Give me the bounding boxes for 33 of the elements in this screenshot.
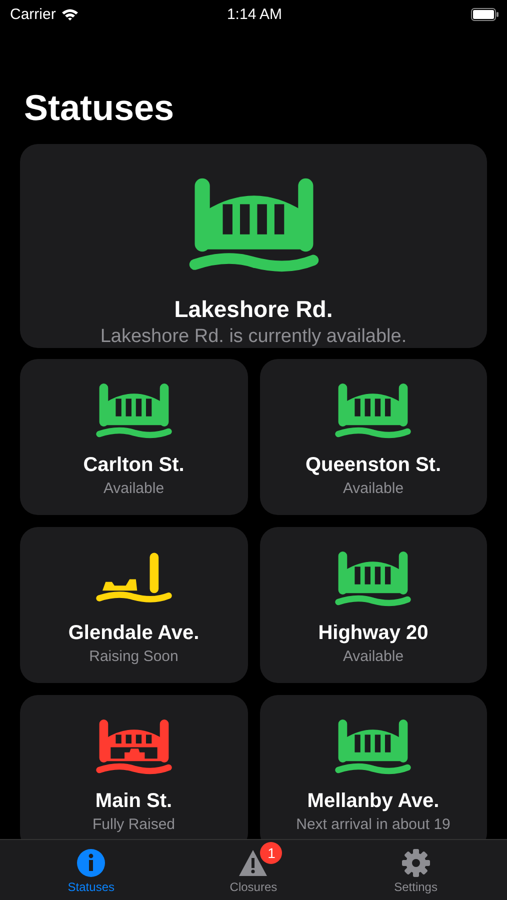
bridge-name: Mellanby Ave. — [307, 790, 440, 813]
bridge-card[interactable]: Highway 20 Available — [260, 526, 487, 683]
bridge-status: Available — [342, 480, 404, 497]
count-badge: 1 — [260, 842, 282, 864]
bridge-card[interactable]: Main St. Fully Raised — [20, 694, 248, 839]
bridge-card[interactable]: Lakeshore Rd. Lakeshore Rd. is currently available. — [20, 144, 487, 348]
page-title: Statuses — [24, 86, 176, 130]
bridge-card[interactable]: Queenston St. Available — [260, 358, 487, 515]
bridge-name: Glendale Ave. — [68, 622, 200, 645]
carrier-label: Carrier — [10, 6, 56, 22]
tab[interactable]: Settings — [360, 840, 471, 900]
bridge-status: Lakeshore Rd. is currently available. — [100, 326, 407, 348]
bridge-name: Highway 20 — [318, 622, 428, 645]
bridge-status: Next arrival in about 19 — [296, 816, 450, 833]
wifi-icon — [60, 8, 79, 20]
tab[interactable]: 1 Closures — [198, 840, 308, 900]
bridge-status: Available — [103, 480, 164, 497]
bridge-name: Queenston St. — [305, 454, 442, 477]
bridge-name: Carlton St. — [83, 454, 184, 477]
settings-icon — [400, 848, 431, 878]
info-icon — [76, 848, 106, 878]
tab[interactable]: Statuses — [36, 840, 146, 900]
battery-icon — [470, 8, 499, 20]
bridge-name: Main St. — [95, 790, 172, 813]
bridge-card[interactable]: Glendale Ave. Raising Soon — [20, 526, 248, 683]
bridge-card[interactable]: Mellanby Ave. Next arrival in about 19 — [260, 694, 487, 839]
bridge-status: Fully Raised — [92, 816, 176, 833]
clock-time: 1:14 AM — [226, 6, 282, 22]
bridge-status: Raising Soon — [89, 648, 178, 665]
bridge-card[interactable]: Carlton St. Available — [20, 358, 248, 515]
bridge-status: Available — [342, 648, 404, 665]
warning-icon — [238, 848, 268, 878]
bridge-name: Lakeshore Rd. — [174, 296, 333, 323]
